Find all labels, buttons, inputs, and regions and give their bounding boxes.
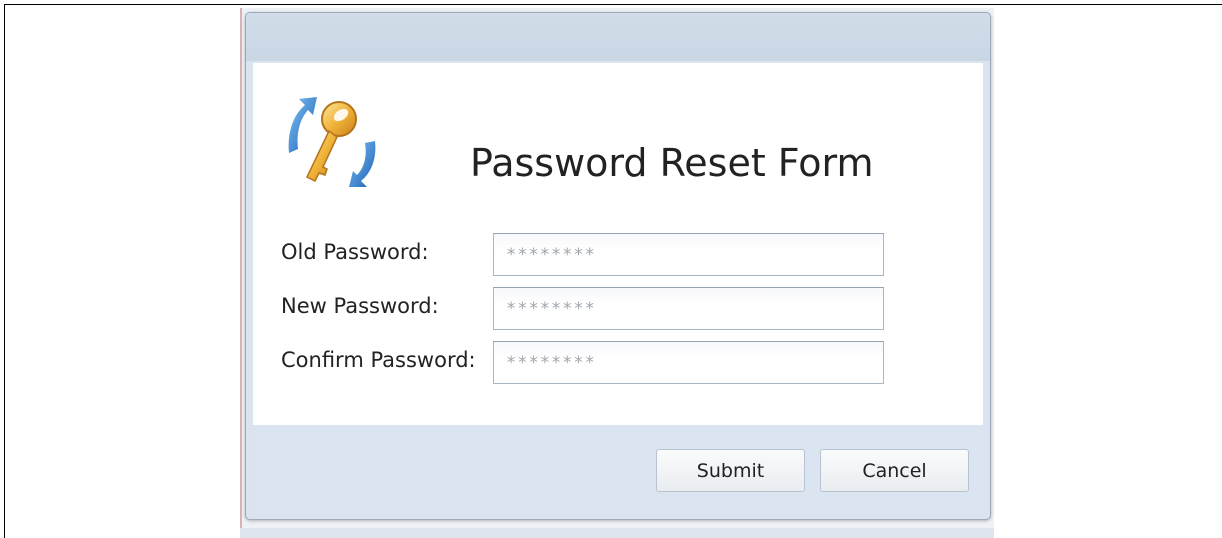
password-reset-dialog: Password Reset Form Old Password: New Pa… bbox=[245, 12, 991, 520]
key-refresh-icon bbox=[288, 97, 376, 187]
confirm-password-label: Confirm Password: bbox=[281, 348, 476, 372]
old-password-label: Old Password: bbox=[281, 240, 429, 264]
cancel-button[interactable]: Cancel bbox=[820, 449, 969, 492]
dialog-title-bar[interactable] bbox=[246, 13, 990, 61]
backdrop-strip bbox=[240, 528, 994, 538]
confirm-password-field[interactable] bbox=[493, 341, 884, 384]
form-panel: Password Reset Form Old Password: New Pa… bbox=[253, 63, 983, 425]
form-title: Password Reset Form bbox=[470, 141, 874, 185]
new-password-label: New Password: bbox=[281, 294, 439, 318]
new-password-field[interactable] bbox=[493, 287, 884, 330]
submit-button[interactable]: Submit bbox=[656, 449, 805, 492]
old-password-field[interactable] bbox=[493, 233, 884, 276]
